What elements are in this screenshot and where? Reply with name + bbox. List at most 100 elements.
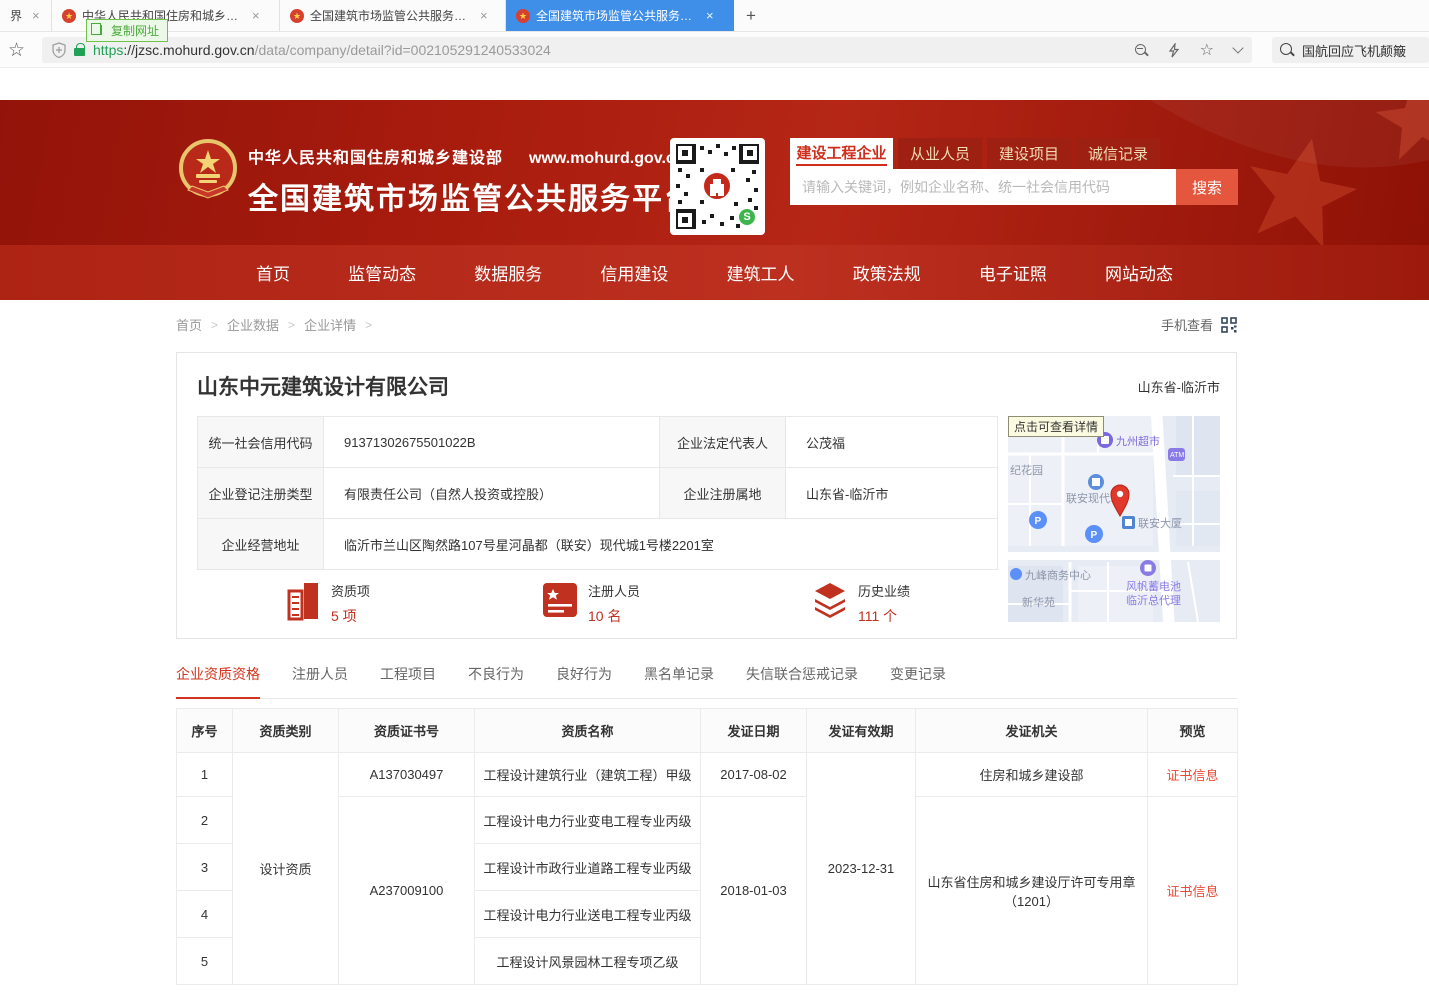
- credit-code-label: 统一社会信用代码: [198, 417, 324, 468]
- tab-title: 界: [10, 7, 22, 24]
- favorite-star-icon[interactable]: ☆: [1200, 40, 1214, 60]
- nav-data-service[interactable]: 数据服务: [474, 260, 542, 285]
- lightning-icon[interactable]: [1168, 43, 1180, 58]
- chevron-down-icon[interactable]: [1232, 42, 1243, 53]
- nav-license[interactable]: 电子证照: [979, 260, 1047, 285]
- qual-category: 设计资质: [233, 753, 339, 985]
- qr-code: S: [676, 144, 759, 229]
- table-row: 企业登记注册类型 有限责任公司（自然人投资或控股） 企业注册属地 山东省-临沂市: [198, 468, 998, 519]
- search-tab-enterprise[interactable]: 建设工程企业: [790, 138, 893, 169]
- svg-text:P: P: [1035, 516, 1042, 527]
- close-icon[interactable]: ×: [706, 8, 714, 23]
- stat-history-performance: 历史业绩111 个: [811, 581, 910, 626]
- keyword-search-input[interactable]: [790, 169, 1176, 205]
- ministry-url: www.mohurd.gov.cn: [529, 150, 685, 167]
- emblem-favicon-icon: ★: [516, 9, 530, 23]
- https-lock-icon: [74, 48, 85, 56]
- search-tab-project[interactable]: 建设项目: [987, 138, 1071, 169]
- tab-change-records[interactable]: 变更记录: [890, 664, 946, 698]
- company-info-table: 统一社会信用代码 91371302675501022B 企业法定代表人 公茂福 …: [197, 416, 998, 570]
- search-tab-personnel[interactable]: 从业人员: [898, 138, 982, 169]
- copy-icon: [94, 25, 102, 35]
- nav-home[interactable]: 首页: [256, 260, 290, 285]
- tab-qualifications[interactable]: 企业资质资格: [176, 664, 260, 699]
- address-bar[interactable]: https://jzsc.mohurd.gov.cn/data/company/…: [42, 37, 1252, 63]
- mobile-view[interactable]: 手机查看: [1161, 315, 1237, 334]
- browser-tab-partial[interactable]: 界 ×: [0, 0, 52, 31]
- certificate-info-link[interactable]: 证书信息: [1148, 753, 1238, 797]
- main-nav: 首页 监管动态 数据服务 信用建设 建筑工人 政策法规 电子证照 网站动态: [0, 245, 1429, 300]
- reg-type-label: 企业登记注册类型: [198, 468, 324, 519]
- banner-qr-card: S: [670, 138, 765, 235]
- breadcrumb-company-detail[interactable]: 企业详情: [304, 315, 356, 334]
- banner-content: 中华人民共和国住房和城乡建设部www.mohurd.gov.cn 全国建筑市场监…: [0, 100, 1429, 245]
- table-row: 企业经营地址 临沂市兰山区陶然路107号星河晶都（联安）现代城1号楼2201室: [198, 519, 998, 570]
- tab-title: 全国建筑市场监管公共服务平台: [310, 7, 470, 24]
- tab-bad-behavior[interactable]: 不良行为: [468, 664, 524, 698]
- tab-blacklist[interactable]: 黑名单记录: [644, 664, 714, 698]
- shield-plus-icon[interactable]: [52, 42, 66, 58]
- nav-credit[interactable]: 信用建设: [600, 260, 668, 285]
- nav-site-news[interactable]: 网站动态: [1105, 260, 1173, 285]
- reg-place-label: 企业注册属地: [660, 468, 786, 519]
- search-button[interactable]: 搜索: [1176, 169, 1238, 205]
- building-icon: [286, 581, 322, 621]
- svg-text:联安大厦: 联安大厦: [1138, 516, 1182, 530]
- breadcrumb-sep-icon: >: [211, 318, 218, 332]
- company-stats: 资质项5 项 注册人员10 名 历史业绩111 个: [197, 581, 997, 633]
- tab-registered-personnel[interactable]: 注册人员: [292, 664, 348, 698]
- stat-registered-personnel: 注册人员10 名: [541, 581, 640, 626]
- breadcrumb-company-data[interactable]: 企业数据: [227, 315, 279, 334]
- browser-tab-jzsc-active[interactable]: ★ 全国建筑市场监管公共服务平台 ×: [506, 0, 734, 31]
- certificate-info-link[interactable]: 证书信息: [1148, 797, 1238, 985]
- svg-text:九峰商务中心: 九峰商务中心: [1025, 568, 1091, 582]
- tab-title: 全国建筑市场监管公共服务平台: [536, 7, 696, 24]
- svg-text:风帆蓄电池: 风帆蓄电池: [1126, 579, 1181, 593]
- url-host: ://jzsc.mohurd.gov.cn: [123, 42, 254, 58]
- screen: 界 × ★ 中华人民共和国住房和城乡建设 × ★ 全国建筑市场监管公共服务平台 …: [0, 0, 1429, 996]
- svg-text:九州超市: 九州超市: [1116, 434, 1160, 448]
- credit-code-value: 91371302675501022B: [324, 417, 660, 468]
- breadcrumb-sep-icon: >: [365, 318, 372, 332]
- browser-tab-bar: 界 × ★ 中华人民共和国住房和城乡建设 × ★ 全国建筑市场监管公共服务平台 …: [0, 0, 1429, 32]
- qualification-table: 序号 资质类别 资质证书号 资质名称 发证日期 发证有效期 发证机关 预览 1 …: [176, 708, 1238, 985]
- emblem-favicon-icon: ★: [290, 9, 304, 23]
- national-emblem-icon: [178, 138, 238, 202]
- svg-text:ATM: ATM: [1170, 452, 1184, 459]
- qual-validity: 2023-12-31: [807, 753, 916, 985]
- nav-workers[interactable]: 建筑工人: [727, 260, 795, 285]
- qr-code-icon[interactable]: [1221, 317, 1237, 333]
- stat-qualifications: 资质项5 项: [286, 581, 370, 626]
- copy-url-tooltip-text: 复制网址: [111, 24, 159, 38]
- search-suggestion-text[interactable]: 国航回应飞机颠簸: [1302, 41, 1406, 60]
- url-scheme: https: [93, 42, 123, 58]
- tab-projects[interactable]: 工程项目: [380, 664, 436, 698]
- quick-search-box[interactable]: 国航回应飞机颠簸: [1272, 37, 1429, 63]
- tab-good-behavior[interactable]: 良好行为: [556, 664, 612, 698]
- browser-tab-jzsc-1[interactable]: ★ 全国建筑市场监管公共服务平台 ×: [280, 0, 506, 31]
- layers-icon: [811, 581, 849, 619]
- breadcrumb-home[interactable]: 首页: [176, 315, 202, 334]
- mobile-view-label: 手机查看: [1161, 315, 1213, 334]
- tab-dishonesty[interactable]: 失信联合惩戒记录: [746, 664, 858, 698]
- close-icon[interactable]: ×: [32, 8, 40, 23]
- platform-title: 全国建筑市场监管公共服务平台: [248, 174, 696, 218]
- url-text[interactable]: https://jzsc.mohurd.gov.cn/data/company/…: [93, 42, 551, 58]
- new-tab-button[interactable]: +: [734, 0, 768, 31]
- bookmark-star-icon[interactable]: ☆: [8, 39, 25, 62]
- location-map[interactable]: ATM P P 九州超市 纪花园 联安现代城 联安大厦 九峰商务中心 风: [1008, 416, 1220, 622]
- svg-text:P: P: [1091, 530, 1098, 541]
- legal-rep-value: 公茂福: [786, 417, 998, 468]
- wechat-icon: S: [737, 207, 757, 227]
- reg-place-value: 山东省-临沂市: [786, 468, 998, 519]
- close-icon[interactable]: ×: [252, 8, 260, 23]
- nav-supervision[interactable]: 监管动态: [348, 260, 416, 285]
- svg-text:新华苑: 新华苑: [1022, 595, 1055, 609]
- close-icon[interactable]: ×: [480, 8, 488, 23]
- nav-policy[interactable]: 政策法规: [853, 260, 921, 285]
- legal-rep-label: 企业法定代表人: [660, 417, 786, 468]
- map-image: ATM P P 九州超市 纪花园 联安现代城 联安大厦 九峰商务中心 风: [1008, 416, 1220, 622]
- svg-text:临沂总代理: 临沂总代理: [1126, 593, 1181, 607]
- zoom-out-icon[interactable]: [1135, 44, 1148, 57]
- search-tab-credit[interactable]: 诚信记录: [1076, 138, 1160, 169]
